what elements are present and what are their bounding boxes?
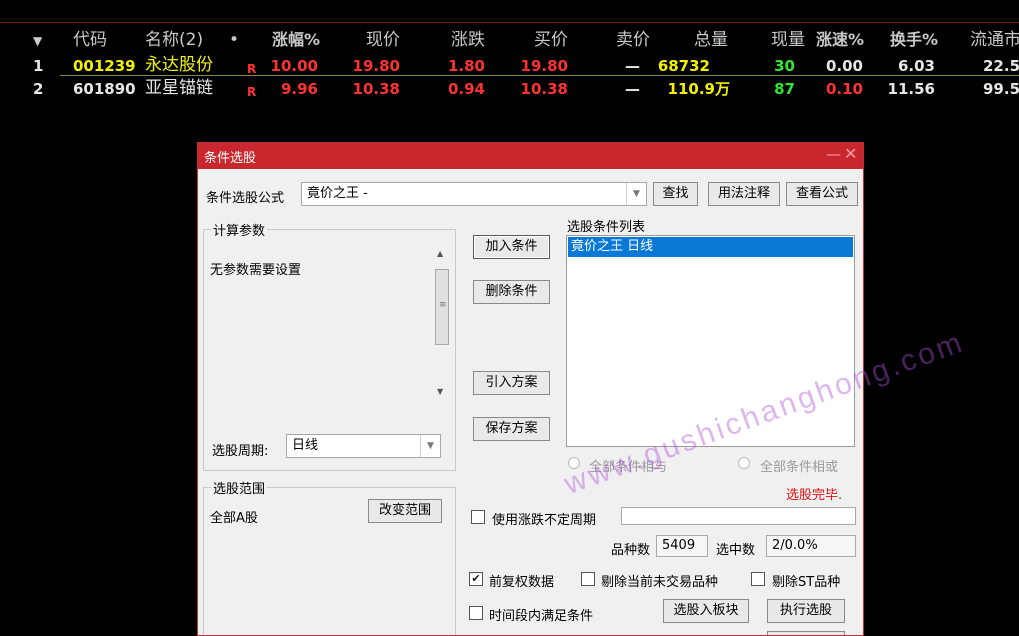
time-period-label: 时间段内满足条件 — [489, 609, 594, 624]
execute-button[interactable]: 执行选股 — [767, 599, 845, 623]
pct-change: 9.96 — [280, 80, 318, 98]
scroll-down-icon[interactable]: ▼ — [437, 387, 443, 396]
params-text: 无参数需要设置 — [210, 263, 302, 278]
condition-select-dialog: 条件选股 — ✕ 条件选股公式 竟价之王 - ▼ 查找 用法注释 查看公式 计算… — [197, 142, 864, 636]
radio-or-label: 全部条件相或 — [760, 460, 839, 475]
col-header-ask[interactable]: 卖价 — [600, 27, 650, 53]
market-cap: 22.5 — [983, 57, 1019, 75]
save-plan-button[interactable]: 保存方案 — [473, 417, 550, 441]
usage-notes-button[interactable]: 用法注释 — [708, 182, 780, 206]
delete-condition-button[interactable]: 删除条件 — [473, 280, 550, 304]
change: 1.80 — [447, 57, 485, 75]
formula-select[interactable]: 竟价之王 - ▼ — [301, 182, 647, 206]
col-header-dot[interactable]: • — [229, 27, 241, 53]
minimize-icon[interactable]: — — [826, 145, 841, 163]
col-header-pct[interactable]: 涨幅% — [255, 27, 320, 53]
exclude-untraded-checkbox[interactable] — [581, 572, 595, 586]
volume: 68732 — [657, 57, 710, 75]
chevron-down-icon[interactable]: ▼ — [420, 435, 440, 457]
prev-rights-checkbox[interactable]: ✔ — [469, 572, 483, 586]
list-item[interactable]: 竟价之王 日线 — [568, 237, 853, 257]
count-value: 5409 — [656, 535, 708, 557]
current-volume: 87 — [774, 80, 795, 98]
prev-rights-label: 前复权数据 — [489, 575, 555, 590]
change: 0.94 — [447, 80, 485, 98]
speed: 0.00 — [825, 57, 863, 75]
stock-code: 001239 — [73, 57, 136, 75]
selected-label: 选中数 — [716, 543, 756, 558]
col-header-code[interactable]: 代码 — [73, 27, 133, 53]
stock-code: 601890 — [73, 80, 136, 98]
uncertain-period-label: 使用涨跌不定周期 — [492, 513, 597, 528]
period-label: 选股周期: — [212, 444, 269, 459]
col-header-volume[interactable]: 总量 — [680, 27, 728, 53]
volume: 110.9万 — [667, 80, 730, 98]
exclude-untraded-label: 剔除当前未交易品种 — [601, 575, 719, 590]
sort-arrow-icon[interactable]: ▼ — [33, 28, 42, 54]
import-plan-button[interactable]: 引入方案 — [473, 371, 550, 395]
col-header-turnover[interactable]: 换手% — [880, 27, 938, 53]
row-divider — [60, 75, 1019, 76]
turnover: 6.03 — [897, 57, 935, 75]
add-condition-button[interactable]: 加入条件 — [473, 235, 550, 259]
row-index: 2 — [33, 80, 44, 98]
exclude-st-label: 剔除ST品种 — [772, 575, 841, 590]
scroll-up-icon[interactable]: ▲ — [437, 249, 443, 258]
price: 19.80 — [352, 57, 400, 75]
uncertain-period-input[interactable] — [621, 507, 856, 525]
status-text: 选股完毕. — [786, 488, 843, 503]
radio-or[interactable] — [738, 457, 750, 469]
col-header-mcap[interactable]: 流通市 — [970, 27, 1019, 53]
row-index: 1 — [33, 57, 44, 75]
ask-price: — — [625, 57, 640, 75]
formula-value: 竟价之王 - — [307, 186, 368, 201]
formula-label: 条件选股公式 — [206, 191, 285, 206]
col-header-price[interactable]: 现价 — [350, 27, 400, 53]
col-header-current-vol[interactable]: 现量 — [757, 27, 805, 53]
change-range-button[interactable]: 改变范围 — [368, 499, 442, 523]
chevron-down-icon[interactable]: ▼ — [626, 183, 646, 205]
bid-price: 19.80 — [520, 57, 568, 75]
dialog-titlebar[interactable]: 条件选股 — ✕ — [198, 143, 863, 169]
exclude-st-checkbox[interactable] — [751, 572, 765, 586]
view-formula-button[interactable]: 查看公式 — [786, 182, 858, 206]
time-period-checkbox[interactable] — [469, 606, 483, 620]
col-header-bid[interactable]: 买价 — [518, 27, 568, 53]
uncertain-period-checkbox[interactable] — [471, 510, 485, 524]
find-button[interactable]: 查找 — [653, 182, 698, 206]
col-header-speed[interactable]: 涨速% — [806, 27, 864, 53]
market-cap: 99.5 — [983, 80, 1019, 98]
stock-name: 亚星锚链 — [145, 78, 213, 98]
dialog-title: 条件选股 — [204, 151, 257, 166]
price: 10.38 — [352, 80, 400, 98]
current-volume: 30 — [774, 57, 795, 75]
stock-name: 永达股份 — [145, 55, 213, 75]
count-label: 品种数 — [611, 543, 651, 558]
speed: 0.10 — [825, 80, 863, 98]
range-value: 全部A股 — [210, 511, 258, 526]
close-button[interactable] — [767, 631, 845, 635]
top-divider — [0, 22, 1019, 23]
ask-price: — — [625, 80, 640, 98]
period-value: 日线 — [292, 438, 319, 453]
condition-list-title: 选股条件列表 — [567, 220, 646, 235]
turnover: 11.56 — [887, 80, 935, 98]
params-group-title: 计算参数 — [211, 220, 268, 239]
pct-change: 10.00 — [270, 57, 318, 75]
params-scrollbar[interactable]: ▲ ≡ ▼ — [432, 247, 450, 401]
close-icon[interactable]: ✕ — [844, 144, 857, 163]
bid-price: 10.38 — [520, 80, 568, 98]
period-select[interactable]: 日线 ▼ — [286, 434, 441, 458]
selected-value: 2/0.0% — [766, 535, 856, 557]
col-header-name[interactable]: 名称(2) — [145, 27, 225, 53]
range-group-title: 选股范围 — [211, 478, 268, 497]
scroll-thumb[interactable]: ≡ — [435, 269, 449, 345]
col-header-change[interactable]: 涨跌 — [437, 27, 485, 53]
to-block-button[interactable]: 选股入板块 — [663, 599, 749, 623]
